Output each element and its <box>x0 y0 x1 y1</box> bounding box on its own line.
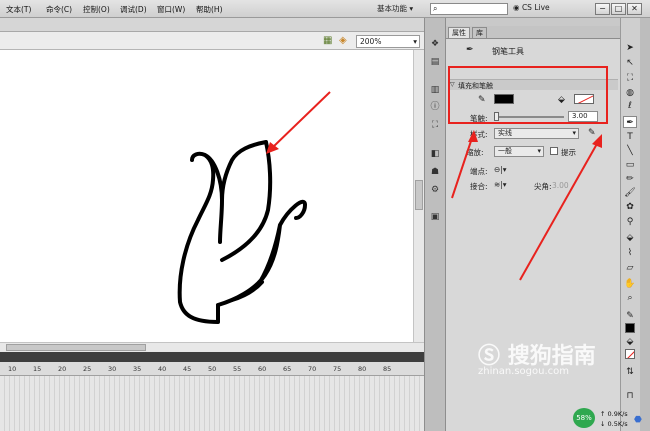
edit-symbol-icon[interactable]: ▦ <box>323 35 332 46</box>
stroke-color-tool-swatch[interactable] <box>625 323 635 333</box>
frame-tick: 20 <box>58 365 67 373</box>
stroke-color-tool-icon[interactable]: ✎ <box>623 310 637 322</box>
cs-live-icon: ◉ <box>513 3 522 12</box>
timeline-header <box>0 352 424 362</box>
menu-control[interactable]: 控制(O) <box>83 4 110 15</box>
frame-tick: 35 <box>133 365 142 373</box>
highlight-box-fill-stroke <box>448 66 608 124</box>
free-transform-icon[interactable]: ⛶ <box>623 72 637 84</box>
lasso-icon[interactable]: ℓ <box>623 100 637 112</box>
minimize-button[interactable]: − <box>595 3 610 15</box>
annotation-arrows-panel <box>451 130 602 281</box>
pen-tool-icon: ✒ <box>466 45 474 55</box>
watermark-url: zhinan.sogou.com <box>478 366 570 377</box>
frame-tick: 45 <box>183 365 192 373</box>
download-speed: ↓ 0.5K/s <box>600 420 628 428</box>
selection-icon[interactable]: ➤ <box>623 42 637 54</box>
menu-text[interactable]: 文本(T) <box>6 4 31 15</box>
frame-tick: 80 <box>358 365 367 373</box>
motion-icon[interactable]: ❖ <box>429 38 441 50</box>
subselect-icon[interactable]: ↖ <box>623 57 637 69</box>
frame-tick: 30 <box>108 365 117 373</box>
frame-tick: 65 <box>283 365 292 373</box>
horizontal-scrollbar[interactable] <box>0 342 424 352</box>
menu-help[interactable]: 帮助(H) <box>196 4 223 15</box>
frame-tick: 75 <box>333 365 342 373</box>
annotation-arrow-style <box>451 137 473 199</box>
frame-tick: 85 <box>383 365 392 373</box>
frame-tick: 60 <box>258 365 267 373</box>
chevron-down-icon: ▾ <box>413 37 417 46</box>
annotation-arrow-edit <box>519 141 599 281</box>
tab-properties[interactable]: 属性 <box>448 27 470 38</box>
timeline-ruler[interactable]: 10 15 20 25 30 35 40 45 50 55 60 65 70 7… <box>0 362 424 376</box>
zoom-value: 200% <box>360 37 382 46</box>
upload-speed: ↑ 0.9K/s <box>600 410 628 418</box>
tab-library[interactable]: 库 <box>472 27 487 38</box>
menu-window[interactable]: 窗口(W) <box>157 4 185 15</box>
upload-speed-value: 0.9K/s <box>607 410 628 418</box>
maximize-button[interactable]: □ <box>611 3 626 15</box>
library-icon[interactable]: ▤ <box>429 56 441 68</box>
frame-tick: 70 <box>308 365 317 373</box>
menu-commands[interactable]: 命令(C) <box>46 4 72 15</box>
annotation-arrow-head <box>468 130 478 142</box>
cs-live-button[interactable]: ◉ CS Live <box>513 3 550 12</box>
frame-tick: 15 <box>33 365 42 373</box>
info-icon[interactable]: ⓘ <box>429 101 441 113</box>
3d-rotation-icon[interactable]: ◍ <box>623 87 637 99</box>
frame-tick: 40 <box>158 365 167 373</box>
vertical-scroll-thumb[interactable] <box>415 180 423 210</box>
menu-bar: 文本(T) 命令(C) 控制(O) 调试(D) 窗口(W) 帮助(H) <box>0 0 650 18</box>
help-search-input[interactable]: ⌕ <box>430 3 508 15</box>
snap-magnet-icon[interactable]: ⊓ <box>623 390 637 402</box>
frame-tick: 10 <box>8 365 17 373</box>
timeline-frames[interactable] <box>0 376 424 431</box>
annotation-arrow <box>271 91 331 149</box>
tool-name: 钢笔工具 <box>492 47 524 56</box>
properties-tab-bar: 属性 库 <box>446 26 620 39</box>
cs-live-label: CS Live <box>521 3 550 12</box>
stage-canvas[interactable] <box>0 50 413 342</box>
search-icon: ⌕ <box>433 4 438 13</box>
frame-tick: 25 <box>83 365 92 373</box>
edit-scene-icon[interactable]: ◈ <box>339 35 347 46</box>
download-speed-value: 0.5K/s <box>607 420 628 428</box>
annotation-arrow-head <box>592 134 602 148</box>
document-tab-bar <box>0 18 424 32</box>
network-speed-badge[interactable]: 58% <box>573 408 595 428</box>
horizontal-scroll-thumb[interactable] <box>6 344 146 351</box>
drawing-layer <box>177 91 331 324</box>
shield-icon[interactable]: ⬣ <box>634 415 642 425</box>
close-button[interactable]: ✕ <box>627 3 642 15</box>
menu-debug[interactable]: 调试(D) <box>120 4 147 15</box>
vertical-scrollbar[interactable] <box>413 50 424 342</box>
zoom-select[interactable]: 200% ▾ <box>356 35 420 48</box>
frame-tick: 50 <box>208 365 217 373</box>
flash-app-window: 文本(T) 命令(C) 控制(O) 调试(D) 窗口(W) 帮助(H) 基本功能… <box>0 0 650 431</box>
workspace-switcher[interactable]: 基本功能 ▾ <box>377 3 422 15</box>
align-icon[interactable]: ▥ <box>429 84 441 96</box>
frame-tick: 55 <box>233 365 242 373</box>
